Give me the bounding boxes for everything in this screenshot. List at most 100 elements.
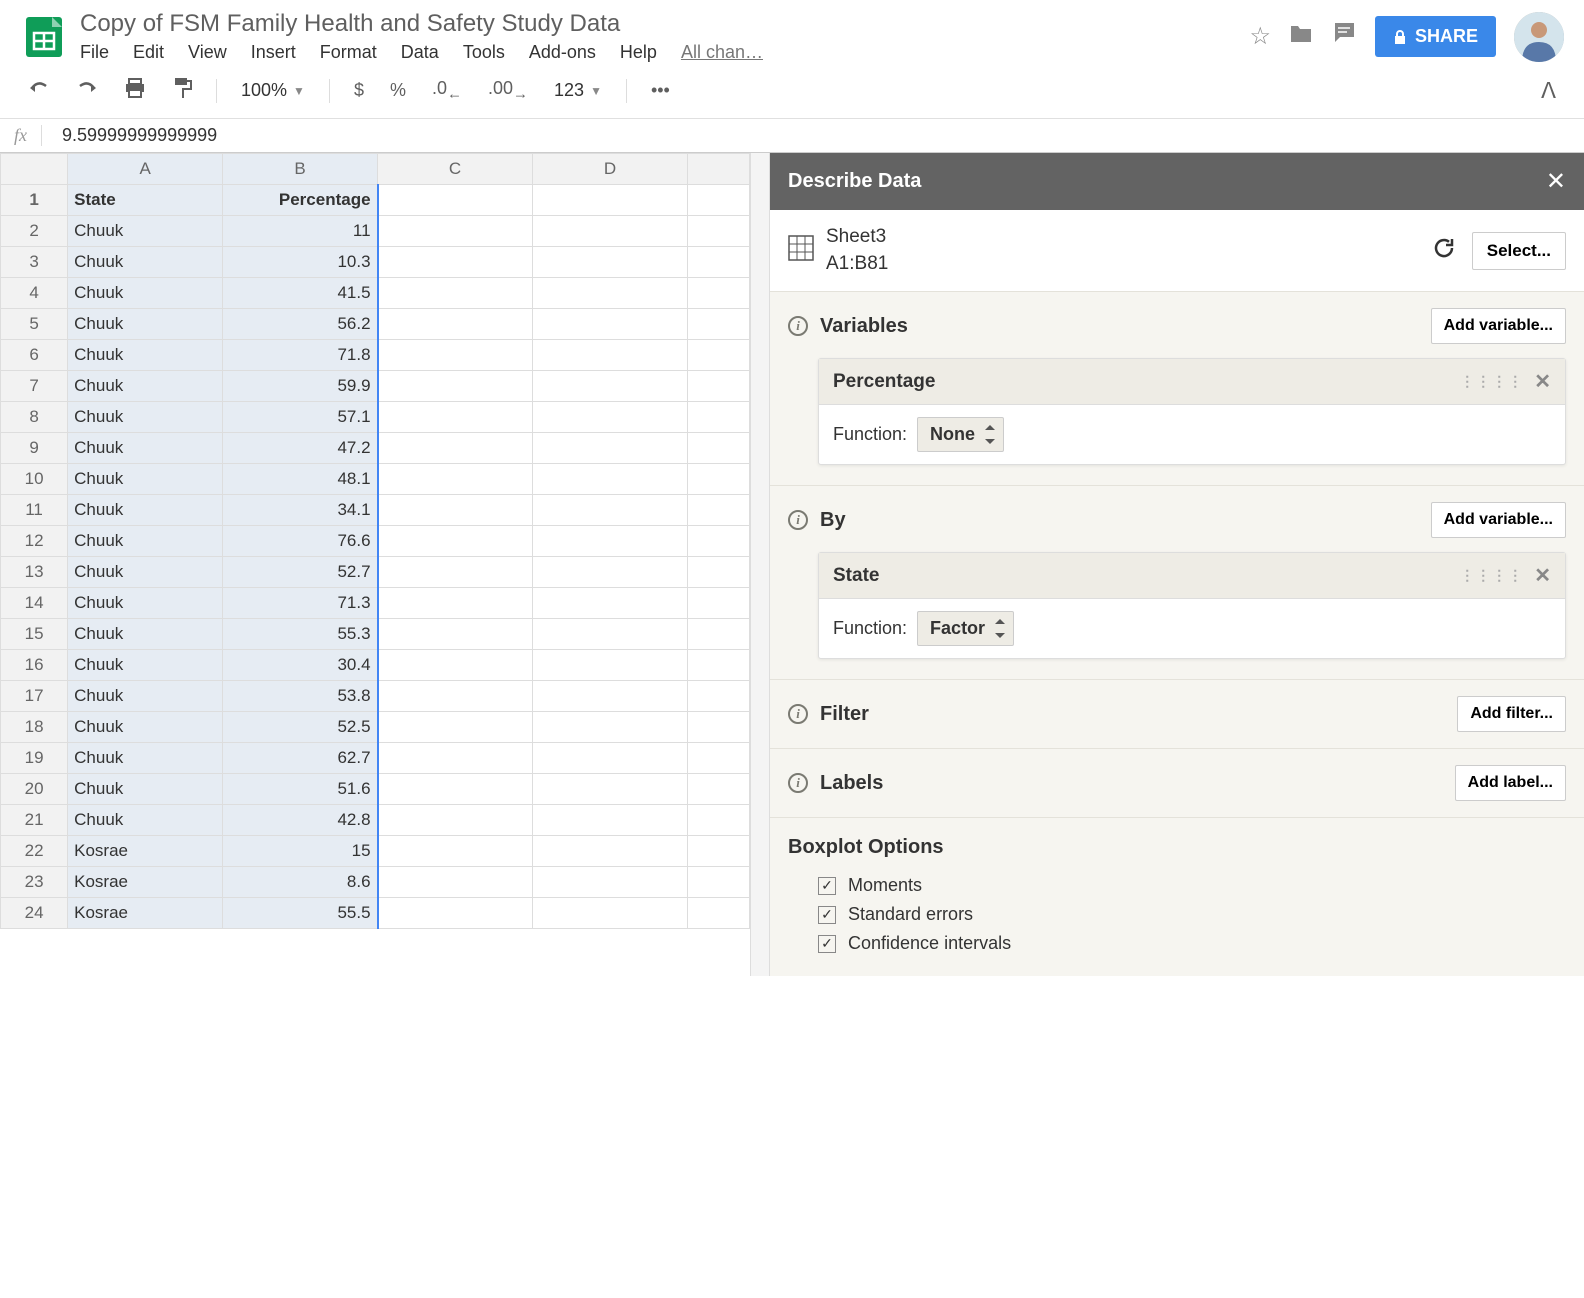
- row-header[interactable]: 24: [1, 898, 68, 929]
- cell[interactable]: [533, 185, 688, 216]
- cell[interactable]: 59.9: [223, 371, 378, 402]
- cell[interactable]: [687, 619, 749, 650]
- folder-icon[interactable]: [1289, 23, 1313, 51]
- cell[interactable]: [687, 836, 749, 867]
- cell[interactable]: [378, 836, 533, 867]
- cell[interactable]: [378, 371, 533, 402]
- cell[interactable]: [687, 371, 749, 402]
- cell[interactable]: Chuuk: [68, 495, 223, 526]
- row-header[interactable]: 4: [1, 278, 68, 309]
- cell[interactable]: Chuuk: [68, 464, 223, 495]
- cell[interactable]: Kosrae: [68, 898, 223, 929]
- vertical-scrollbar[interactable]: [750, 153, 770, 976]
- cell[interactable]: [378, 247, 533, 278]
- row-header[interactable]: 6: [1, 340, 68, 371]
- select-button[interactable]: Select...: [1472, 232, 1566, 270]
- cell[interactable]: Chuuk: [68, 340, 223, 371]
- cell[interactable]: [533, 216, 688, 247]
- row-header[interactable]: 7: [1, 371, 68, 402]
- row-header[interactable]: 14: [1, 588, 68, 619]
- cell[interactable]: 62.7: [223, 743, 378, 774]
- cell[interactable]: [533, 495, 688, 526]
- cell[interactable]: [533, 371, 688, 402]
- menu-view[interactable]: View: [188, 42, 227, 63]
- cell[interactable]: [687, 867, 749, 898]
- cell[interactable]: [687, 898, 749, 929]
- cell[interactable]: [533, 650, 688, 681]
- cell[interactable]: 56.2: [223, 309, 378, 340]
- cell[interactable]: 51.6: [223, 774, 378, 805]
- cell[interactable]: [533, 743, 688, 774]
- cell[interactable]: [687, 712, 749, 743]
- cell[interactable]: Chuuk: [68, 433, 223, 464]
- cell[interactable]: 52.5: [223, 712, 378, 743]
- add-label-button[interactable]: Add label...: [1455, 765, 1566, 801]
- cell[interactable]: [687, 650, 749, 681]
- cell[interactable]: [533, 588, 688, 619]
- cell[interactable]: [687, 588, 749, 619]
- menu-edit[interactable]: Edit: [133, 42, 164, 63]
- menu-addons[interactable]: Add-ons: [529, 42, 596, 63]
- function-select[interactable]: Factor: [917, 611, 1014, 646]
- cell[interactable]: [533, 836, 688, 867]
- checkbox-ci[interactable]: ✓: [818, 935, 836, 953]
- row-header[interactable]: 17: [1, 681, 68, 712]
- cell[interactable]: [687, 743, 749, 774]
- cell[interactable]: 57.1: [223, 402, 378, 433]
- cell[interactable]: [687, 464, 749, 495]
- cell[interactable]: Chuuk: [68, 619, 223, 650]
- cell[interactable]: [378, 309, 533, 340]
- cell[interactable]: Chuuk: [68, 247, 223, 278]
- cell[interactable]: [378, 712, 533, 743]
- function-select[interactable]: None: [917, 417, 1004, 452]
- cell[interactable]: 47.2: [223, 433, 378, 464]
- cell[interactable]: 71.3: [223, 588, 378, 619]
- menu-tools[interactable]: Tools: [463, 42, 505, 63]
- cell[interactable]: Chuuk: [68, 805, 223, 836]
- cell[interactable]: [533, 774, 688, 805]
- cell[interactable]: [378, 805, 533, 836]
- column-header[interactable]: B: [223, 154, 378, 185]
- cell[interactable]: [533, 526, 688, 557]
- cell[interactable]: [378, 185, 533, 216]
- menu-file[interactable]: File: [80, 42, 109, 63]
- cell[interactable]: Chuuk: [68, 774, 223, 805]
- close-icon[interactable]: ✕: [1546, 167, 1566, 196]
- row-header[interactable]: 15: [1, 619, 68, 650]
- cell[interactable]: Chuuk: [68, 650, 223, 681]
- cell[interactable]: [378, 464, 533, 495]
- row-header[interactable]: 19: [1, 743, 68, 774]
- zoom-select[interactable]: 100%▼: [233, 76, 313, 105]
- cell[interactable]: [378, 278, 533, 309]
- paint-format-icon[interactable]: [164, 73, 200, 108]
- menu-format[interactable]: Format: [320, 42, 377, 63]
- cell[interactable]: [687, 557, 749, 588]
- percent-button[interactable]: %: [382, 76, 414, 105]
- row-header[interactable]: 22: [1, 836, 68, 867]
- cell[interactable]: 42.8: [223, 805, 378, 836]
- cell[interactable]: 34.1: [223, 495, 378, 526]
- row-header[interactable]: 5: [1, 309, 68, 340]
- row-header[interactable]: 13: [1, 557, 68, 588]
- cell[interactable]: State: [68, 185, 223, 216]
- share-button[interactable]: SHARE: [1375, 16, 1496, 57]
- cell[interactable]: [687, 433, 749, 464]
- cell[interactable]: 41.5: [223, 278, 378, 309]
- row-header[interactable]: 9: [1, 433, 68, 464]
- cell[interactable]: [687, 774, 749, 805]
- cell[interactable]: [533, 712, 688, 743]
- cell[interactable]: [378, 340, 533, 371]
- number-format-select[interactable]: 123▼: [546, 76, 610, 105]
- cell[interactable]: [533, 402, 688, 433]
- cell[interactable]: [533, 278, 688, 309]
- row-header[interactable]: 1: [1, 185, 68, 216]
- cell[interactable]: [378, 588, 533, 619]
- select-all-cell[interactable]: [1, 154, 68, 185]
- spreadsheet[interactable]: ABCD1StatePercentage2Chuuk113Chuuk10.34C…: [0, 153, 750, 976]
- cell[interactable]: [378, 433, 533, 464]
- doc-title[interactable]: Copy of FSM Family Health and Safety Stu…: [80, 10, 1249, 38]
- column-header[interactable]: D: [533, 154, 688, 185]
- cell[interactable]: [533, 340, 688, 371]
- cell[interactable]: Chuuk: [68, 402, 223, 433]
- cell[interactable]: [378, 898, 533, 929]
